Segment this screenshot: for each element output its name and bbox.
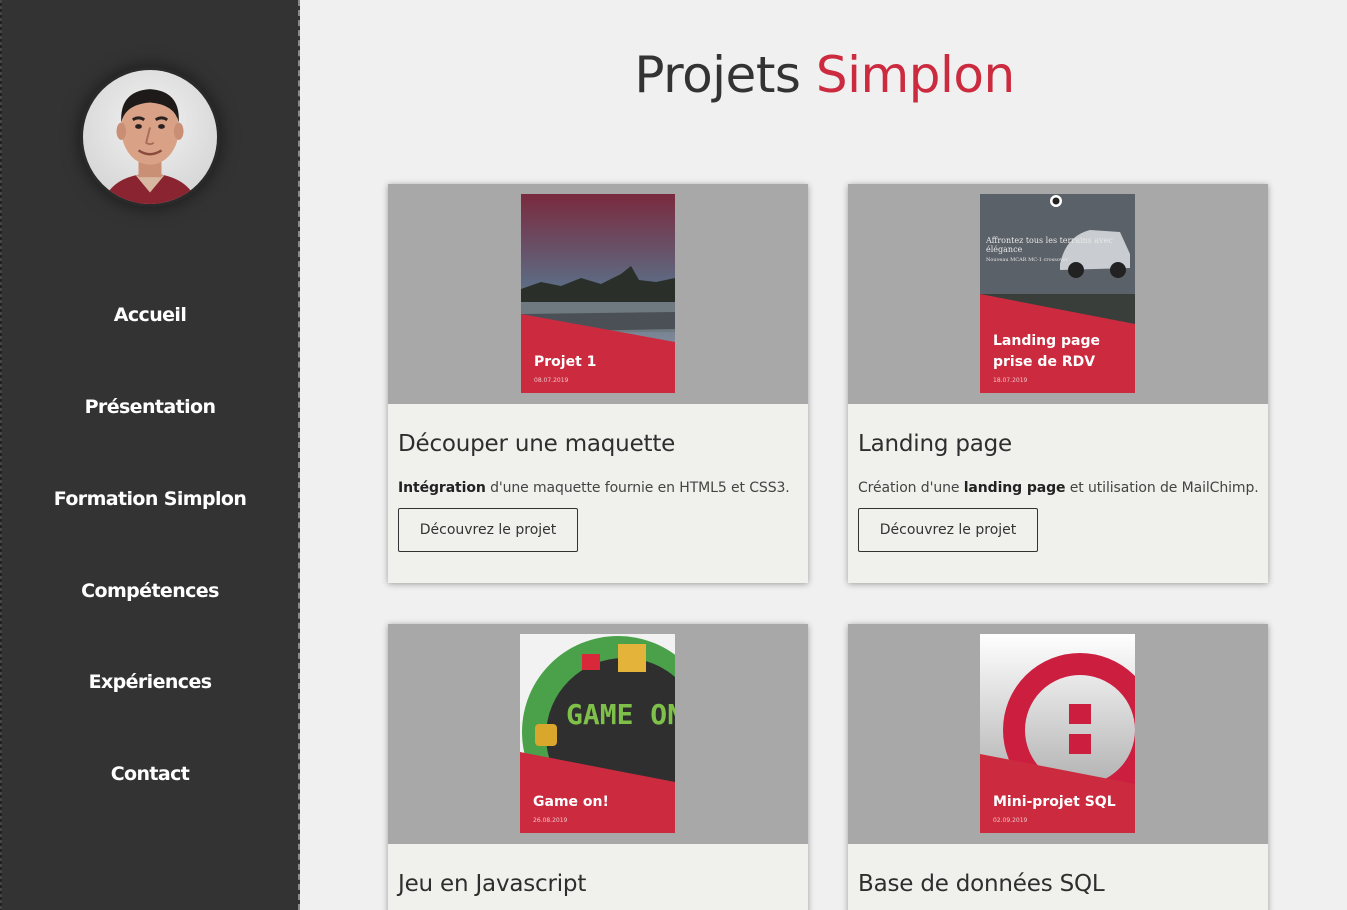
page-title-main: Projets bbox=[634, 46, 801, 104]
description-bold: landing page bbox=[963, 480, 1066, 496]
nav-item-competences[interactable]: Compétences bbox=[0, 580, 300, 602]
nav-item-experiences[interactable]: Expériences bbox=[0, 671, 300, 693]
thumbnail-date: 26.08.2019 bbox=[533, 817, 568, 824]
page-title-accent: Simplon bbox=[815, 46, 1015, 104]
nav-item-formation-simplon[interactable]: Formation Simplon bbox=[0, 488, 300, 510]
page-title: Projets Simplon bbox=[302, 46, 1347, 104]
project-card: Mini-projet SQL 02.09.2019 Base de donné… bbox=[848, 624, 1268, 910]
thumbnail-overlay-headline: Affrontez tous les terrains avec éléganc… bbox=[986, 236, 1113, 254]
project-thumbnail-area: Mini-projet SQL 02.09.2019 bbox=[848, 624, 1268, 844]
thumbnail-title: Landing page prise de RDV bbox=[993, 333, 1101, 370]
profile-avatar bbox=[80, 67, 220, 207]
description-text: d'une maquette fournie en HTML5 et CSS3. bbox=[485, 480, 790, 496]
project-heading: Landing page bbox=[858, 431, 1013, 457]
description-bold: Intégration bbox=[398, 480, 486, 496]
project-description: Création d'une landing page et utilisati… bbox=[858, 480, 1259, 496]
project-thumbnail-area: Affrontez tous les terrains avec éléganc… bbox=[848, 184, 1268, 404]
thumbnail-title: Projet 1 bbox=[534, 354, 597, 370]
profile-photo bbox=[102, 89, 198, 204]
description-text: et utilisation de MailChimp. bbox=[1065, 480, 1259, 496]
project-heading: Base de données SQL bbox=[858, 871, 1105, 897]
thumbnail-date: 08.07.2019 bbox=[534, 377, 569, 384]
thumbnail-date: 18.07.2019 bbox=[993, 377, 1028, 384]
description-text-pre: Création d'une bbox=[858, 480, 964, 496]
project-heading: Découper une maquette bbox=[398, 431, 676, 457]
project-thumbnail[interactable]: Mini-projet SQL 02.09.2019 bbox=[980, 634, 1135, 833]
project-thumbnail[interactable]: Projet 1 08.07.2019 bbox=[521, 194, 675, 393]
project-card: Affrontez tous les terrains avec éléganc… bbox=[848, 184, 1268, 583]
discover-project-button[interactable]: Découvrez le projet bbox=[398, 508, 578, 552]
thumbnail-overlay-sub: Nouveau MCAR MC-1 crossover bbox=[986, 257, 1069, 263]
nav-item-contact[interactable]: Contact bbox=[0, 763, 300, 785]
project-thumbnail[interactable]: Affrontez tous les terrains avec éléganc… bbox=[980, 194, 1135, 393]
project-thumbnail-area: Projet 1 08.07.2019 bbox=[388, 184, 808, 404]
project-card: GAME ON Game on! 26.08.2019 Jeu en Javas… bbox=[388, 624, 808, 910]
project-thumbnail[interactable]: GAME ON Game on! 26.08.2019 bbox=[520, 634, 675, 833]
nav-item-presentation[interactable]: Présentation bbox=[0, 396, 300, 418]
discover-project-button[interactable]: Découvrez le projet bbox=[858, 508, 1038, 552]
thumbnail-title: Game on! bbox=[533, 794, 609, 810]
thumbnail-title: Mini-projet SQL bbox=[993, 794, 1116, 810]
thumbnail-overlay-text: Affrontez tous les terrains avec éléganc… bbox=[986, 236, 1126, 265]
project-thumbnail-area: GAME ON Game on! 26.08.2019 bbox=[388, 624, 808, 844]
game-art-text: GAME ON bbox=[566, 698, 675, 731]
sidebar: Accueil Présentation Formation Simplon C… bbox=[0, 0, 300, 910]
project-card: Projet 1 08.07.2019 Découper une maquett… bbox=[388, 184, 808, 583]
project-description: Intégration d'une maquette fournie en HT… bbox=[398, 480, 790, 496]
project-heading: Jeu en Javascript bbox=[398, 871, 587, 897]
nav-item-accueil[interactable]: Accueil bbox=[0, 304, 300, 326]
thumbnail-date: 02.09.2019 bbox=[993, 817, 1028, 824]
